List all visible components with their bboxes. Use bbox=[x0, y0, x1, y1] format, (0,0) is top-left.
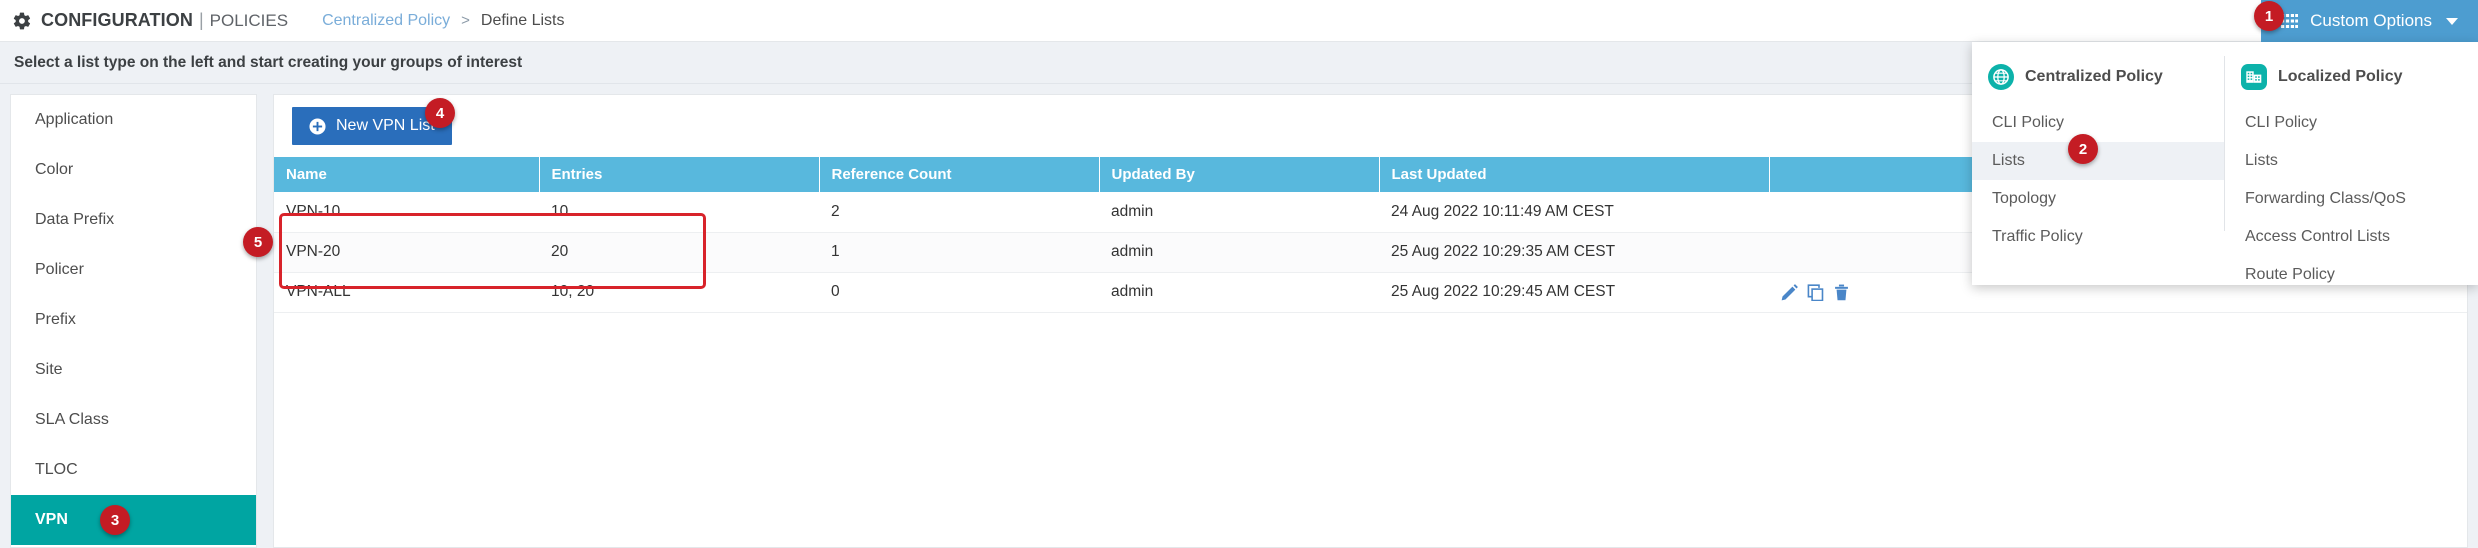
list-type-label: Data Prefix bbox=[35, 211, 114, 229]
annotation-marker-4: 4 bbox=[425, 98, 455, 128]
table-col-updated-by[interactable]: Updated By bbox=[1099, 157, 1379, 192]
table-col-reference-count[interactable]: Reference Count bbox=[819, 157, 1099, 192]
menu-item-localized-route-policy[interactable]: Route Policy bbox=[2225, 256, 2478, 294]
list-type-label: Application bbox=[35, 111, 113, 129]
localized-policy-column: Localized Policy CLI Policy Lists Forwar… bbox=[2225, 42, 2478, 285]
cell-entries[interactable]: 10, 20 bbox=[539, 272, 819, 312]
cell-last-updated: 24 Aug 2022 10:11:49 AM CEST bbox=[1379, 192, 1769, 232]
custom-options-button[interactable]: Custom Options bbox=[2261, 0, 2478, 42]
menu-item-centralized-cli-policy[interactable]: CLI Policy bbox=[1972, 104, 2225, 142]
table-col-entries[interactable]: Entries bbox=[539, 157, 819, 192]
table-col-name[interactable]: Name bbox=[274, 157, 539, 192]
list-type-label: TLOC bbox=[35, 461, 78, 479]
menu-item-localized-access-control-lists[interactable]: Access Control Lists bbox=[2225, 218, 2478, 256]
centralized-policy-header: Centralized Policy bbox=[1972, 60, 2225, 94]
list-type-item-application[interactable]: Application bbox=[11, 95, 256, 145]
list-type-item-sla-class[interactable]: SLA Class bbox=[11, 395, 256, 445]
gear-icon[interactable] bbox=[12, 11, 32, 31]
plus-circle-icon bbox=[309, 118, 326, 135]
annotation-marker-5: 5 bbox=[243, 227, 273, 257]
cell-name: VPN-20 bbox=[274, 232, 539, 272]
globe-icon bbox=[1988, 64, 2014, 90]
list-type-item-data-prefix[interactable]: Data Prefix bbox=[11, 195, 256, 245]
annotation-marker-3: 3 bbox=[100, 505, 130, 535]
breadcrumb-current-define-lists: Define Lists bbox=[481, 12, 565, 30]
cell-last-updated: 25 Aug 2022 10:29:45 AM CEST bbox=[1379, 272, 1769, 312]
cell-reference-count: 0 bbox=[819, 272, 1099, 312]
list-type-label: Prefix bbox=[35, 311, 76, 329]
list-type-label: Site bbox=[35, 361, 63, 379]
cell-updated-by: admin bbox=[1099, 272, 1379, 312]
localized-policy-title: Localized Policy bbox=[2278, 68, 2402, 86]
breadcrumb: Centralized Policy > Define Lists bbox=[322, 12, 564, 30]
new-vpn-list-label: New VPN List bbox=[336, 117, 435, 135]
table-col-last-updated[interactable]: Last Updated bbox=[1379, 157, 1769, 192]
edit-pencil-icon[interactable] bbox=[1781, 284, 1798, 301]
cell-name: VPN-ALL bbox=[274, 272, 539, 312]
cell-last-updated: 25 Aug 2022 10:29:35 AM CEST bbox=[1379, 232, 1769, 272]
app-header: CONFIGURATION | POLICIES Centralized Pol… bbox=[0, 0, 2478, 42]
header-separator: | bbox=[199, 10, 204, 31]
list-type-panel: Application Color Data Prefix Policer Pr… bbox=[10, 94, 257, 548]
list-type-item-vpn[interactable]: VPN bbox=[11, 495, 256, 545]
header-section: POLICIES bbox=[210, 11, 288, 31]
page-title: CONFIGURATION bbox=[41, 10, 193, 31]
list-type-label: Color bbox=[35, 161, 73, 179]
cell-entries[interactable]: 10 bbox=[539, 192, 819, 232]
list-type-label: SLA Class bbox=[35, 411, 109, 429]
cell-entries[interactable]: 20 bbox=[539, 232, 819, 272]
centralized-policy-title: Centralized Policy bbox=[2025, 68, 2163, 86]
instruction-text: Select a list type on the left and start… bbox=[14, 54, 522, 72]
list-type-item-policer[interactable]: Policer bbox=[11, 245, 256, 295]
custom-options-label: Custom Options bbox=[2310, 11, 2432, 31]
list-type-item-site[interactable]: Site bbox=[11, 345, 256, 395]
cell-updated-by: admin bbox=[1099, 192, 1379, 232]
cell-reference-count: 2 bbox=[819, 192, 1099, 232]
trash-icon[interactable] bbox=[1833, 284, 1850, 301]
menu-item-centralized-topology[interactable]: Topology bbox=[1972, 180, 2225, 218]
list-type-label: Policer bbox=[35, 261, 84, 279]
breadcrumb-link-centralized-policy[interactable]: Centralized Policy bbox=[322, 12, 450, 30]
custom-options-dropdown: Centralized Policy CLI Policy Lists Topo… bbox=[1972, 42, 2478, 285]
menu-item-centralized-lists[interactable]: Lists bbox=[1972, 142, 2225, 180]
list-type-item-tloc[interactable]: TLOC bbox=[11, 445, 256, 495]
chevron-down-icon bbox=[2446, 18, 2458, 25]
localized-policy-header: Localized Policy bbox=[2225, 60, 2478, 94]
list-type-item-prefix[interactable]: Prefix bbox=[11, 295, 256, 345]
cell-updated-by: admin bbox=[1099, 232, 1379, 272]
list-type-item-color[interactable]: Color bbox=[11, 145, 256, 195]
building-icon bbox=[2241, 64, 2267, 90]
menu-item-localized-forwarding-class-qos[interactable]: Forwarding Class/QoS bbox=[2225, 180, 2478, 218]
cell-reference-count: 1 bbox=[819, 232, 1099, 272]
cell-name: VPN-10 bbox=[274, 192, 539, 232]
list-type-label: VPN bbox=[35, 511, 68, 529]
annotation-marker-2: 2 bbox=[2068, 134, 2098, 164]
menu-item-centralized-traffic-policy[interactable]: Traffic Policy bbox=[1972, 218, 2225, 256]
copy-icon[interactable] bbox=[1807, 284, 1824, 301]
menu-item-localized-lists[interactable]: Lists bbox=[2225, 142, 2478, 180]
centralized-policy-column: Centralized Policy CLI Policy Lists Topo… bbox=[1972, 42, 2225, 285]
annotation-marker-1: 1 bbox=[2254, 1, 2284, 31]
menu-item-localized-cli-policy[interactable]: CLI Policy bbox=[2225, 104, 2478, 142]
breadcrumb-caret: > bbox=[461, 12, 470, 29]
